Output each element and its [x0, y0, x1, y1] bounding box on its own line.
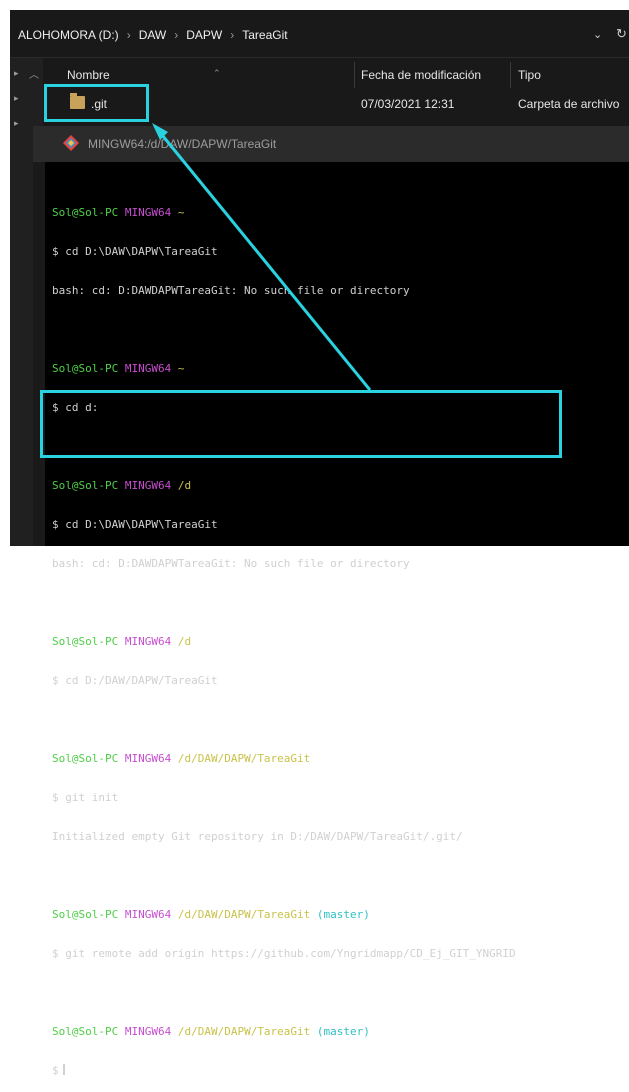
- terminal-title: MINGW64:/d/DAW/DAPW/TareaGit: [88, 137, 277, 151]
- breadcrumb-dapw[interactable]: DAPW: [186, 28, 222, 42]
- expand-arrow-icon[interactable]: ▸: [14, 68, 19, 79]
- column-modified[interactable]: Fecha de modificación: [361, 68, 481, 82]
- prompt-line: Sol@Sol-PC MINGW64 /d: [52, 479, 192, 492]
- scroll-up-icon[interactable]: ︿: [29, 66, 39, 81]
- column-divider[interactable]: [510, 62, 511, 88]
- breadcrumb-tareagit[interactable]: TareaGit: [242, 28, 287, 42]
- breadcrumb-drive[interactable]: ALOHOMORA (D:): [18, 28, 119, 42]
- command-line: $ cd D:\DAW\DAPW\TareaGit: [52, 518, 218, 531]
- file-modified: 07/03/2021 12:31: [361, 97, 455, 111]
- terminal-scrollbar[interactable]: [33, 162, 45, 546]
- column-divider[interactable]: [354, 62, 355, 88]
- file-type: Carpeta de archivo: [518, 97, 620, 111]
- column-name[interactable]: Nombre: [67, 68, 110, 82]
- git-init-highlight: [40, 390, 562, 458]
- refresh-icon[interactable]: ↻: [616, 26, 627, 42]
- output-line: bash: cd: D:DAWDAPWTareaGit: No such fil…: [52, 557, 410, 570]
- terminal-window[interactable]: MINGW64:/d/DAW/DAPW/TareaGit Sol@Sol-PC …: [33, 126, 629, 1077]
- breadcrumb-daw[interactable]: DAW: [139, 28, 167, 42]
- chevron-right-icon: ›: [126, 28, 131, 42]
- prompt-line: Sol@Sol-PC MINGW64 /d/DAW/DAPW/TareaGit: [52, 752, 311, 765]
- expand-arrow-icon[interactable]: ▸: [14, 93, 19, 104]
- command-line: $ git remote add origin https://github.c…: [52, 947, 516, 960]
- text-cursor: [62, 1064, 65, 1075]
- prompt-line: Sol@Sol-PC MINGW64 /d: [52, 635, 192, 648]
- command-input-line[interactable]: $: [52, 1064, 516, 1077]
- output-line: bash: cd: D:DAWDAPWTareaGit: No such fil…: [52, 284, 410, 297]
- breadcrumb: ALOHOMORA (D:) › DAW › DAPW › TareaGit: [18, 28, 288, 42]
- command-line: $ git init: [52, 791, 119, 804]
- chevron-right-icon: ›: [174, 28, 179, 42]
- prompt-line: Sol@Sol-PC MINGW64 ~: [52, 206, 185, 219]
- command-line: $ cd D:/DAW/DAPW/TareaGit: [52, 674, 218, 687]
- git-folder-highlight: [44, 84, 149, 122]
- sort-up-icon: ⌃: [213, 68, 221, 78]
- address-bar[interactable]: ALOHOMORA (D:) › DAW › DAPW › TareaGit ⌄ ↻: [10, 10, 629, 58]
- expand-arrow-icon[interactable]: ▸: [14, 118, 19, 129]
- prompt-line: Sol@Sol-PC MINGW64 /d/DAW/DAPW/TareaGit …: [52, 1025, 370, 1038]
- prompt-line: Sol@Sol-PC MINGW64 /d/DAW/DAPW/TareaGit …: [52, 908, 370, 921]
- terminal-titlebar[interactable]: MINGW64:/d/DAW/DAPW/TareaGit: [33, 126, 629, 162]
- chevron-right-icon: ›: [230, 28, 235, 42]
- column-type[interactable]: Tipo: [518, 68, 541, 82]
- chevron-down-icon[interactable]: ⌄: [593, 28, 602, 41]
- terminal-output: Sol@Sol-PC MINGW64 ~ $ cd D:\DAW\DAPW\Ta…: [52, 180, 516, 1092]
- command-line: $ cd D:\DAW\DAPW\TareaGit: [52, 245, 218, 258]
- prompt-line: Sol@Sol-PC MINGW64 ~: [52, 362, 185, 375]
- output-line: Initialized empty Git repository in D:/D…: [52, 830, 463, 843]
- git-logo-icon: [63, 135, 79, 151]
